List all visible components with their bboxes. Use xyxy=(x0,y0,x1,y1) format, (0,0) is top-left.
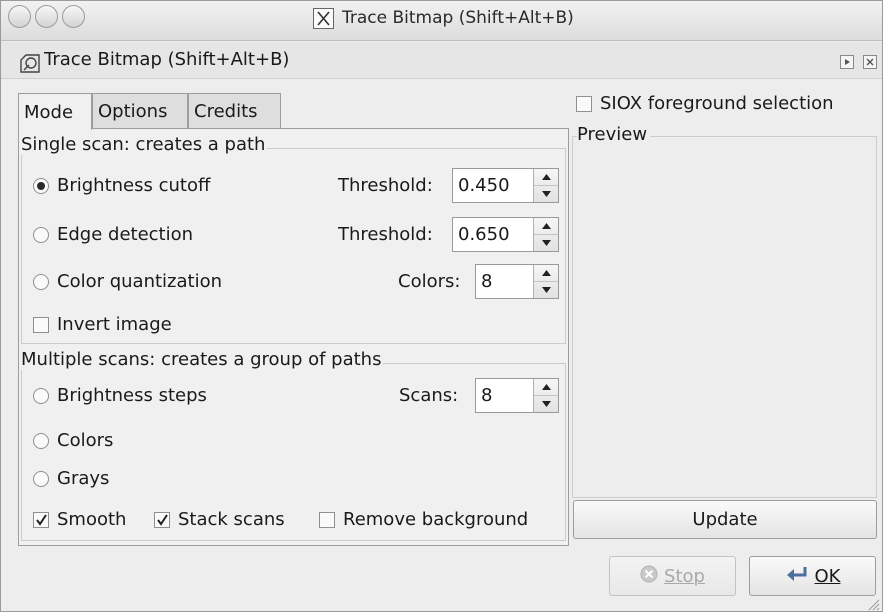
multiple-scans-label: Multiple scans: creates a group of paths xyxy=(19,349,384,370)
grays-radio[interactable] xyxy=(33,470,49,487)
preview-label: Preview xyxy=(577,124,651,145)
title-bar: Trace Bitmap (Shift+Alt+B) xyxy=(1,1,882,41)
siox-label: SIOX foreground selection xyxy=(600,93,834,114)
stop-icon xyxy=(640,565,658,588)
brightness-cutoff-radio[interactable] xyxy=(33,177,49,194)
brightness-threshold-spinner[interactable]: 0.450 xyxy=(452,168,559,203)
update-label: Update xyxy=(692,509,758,530)
edge-threshold-value[interactable]: 0.650 xyxy=(453,218,533,251)
remove-background-option[interactable]: Remove background xyxy=(319,509,528,530)
dock-header: Trace Bitmap (Shift+Alt+B) xyxy=(1,42,882,79)
spin-down-icon[interactable] xyxy=(534,396,558,412)
brightness-cutoff-label: Brightness cutoff xyxy=(57,175,211,196)
grays-label: Grays xyxy=(57,468,110,489)
smooth-label: Smooth xyxy=(57,509,127,530)
single-scan-label: Single scan: creates a path xyxy=(19,134,268,155)
mode-tab-panel: Single scan: creates a path Brightness c… xyxy=(18,128,569,546)
brightness-threshold-value[interactable]: 0.450 xyxy=(453,169,533,202)
scans-count-value[interactable]: 8 xyxy=(476,379,533,412)
color-quantization-label: Color quantization xyxy=(57,271,223,292)
brightness-steps-label: Brightness steps xyxy=(57,385,207,406)
smooth-checkbox[interactable] xyxy=(33,511,49,528)
stop-label: Stop xyxy=(664,565,705,587)
stack-scans-checkbox[interactable] xyxy=(154,511,170,528)
invert-image-checkbox[interactable] xyxy=(33,316,49,333)
grays-option[interactable]: Grays xyxy=(33,468,109,489)
update-button[interactable]: Update xyxy=(573,500,877,539)
colors-option[interactable]: Colors xyxy=(33,430,113,451)
tab-credits[interactable]: Credits xyxy=(188,93,281,129)
spin-up-icon[interactable] xyxy=(534,218,558,235)
edge-detection-radio[interactable] xyxy=(33,226,49,243)
scans-count-spinner[interactable]: 8 xyxy=(475,378,559,413)
window-title-area: Trace Bitmap (Shift+Alt+B) xyxy=(313,6,574,30)
stop-button[interactable]: Stop xyxy=(609,556,736,596)
stack-scans-option[interactable]: Stack scans xyxy=(154,509,285,530)
ok-button[interactable]: OK xyxy=(749,556,876,596)
dock-iconify-icon[interactable] xyxy=(840,55,854,69)
tab-options[interactable]: Options xyxy=(92,93,188,129)
tab-label: Credits xyxy=(194,101,258,122)
dock-close-icon[interactable] xyxy=(863,55,877,69)
window-title: Trace Bitmap (Shift+Alt+B) xyxy=(342,8,574,28)
spin-down-icon[interactable] xyxy=(534,235,558,251)
color-quantization-option[interactable]: Color quantization xyxy=(33,271,222,292)
stack-scans-label: Stack scans xyxy=(178,509,285,530)
color-quantization-radio[interactable] xyxy=(33,273,49,290)
colors-radio[interactable] xyxy=(33,432,49,449)
brightness-steps-option[interactable]: Brightness steps xyxy=(33,385,207,406)
close-window-button[interactable] xyxy=(8,5,31,28)
spin-up-icon[interactable] xyxy=(534,265,558,282)
edge-detection-label: Edge detection xyxy=(57,224,194,245)
colors-count-label: Colors: xyxy=(398,271,461,292)
edge-threshold-label: Threshold: xyxy=(338,224,433,245)
spin-down-icon[interactable] xyxy=(534,186,558,202)
brightness-steps-radio[interactable] xyxy=(33,387,49,404)
edge-detection-option[interactable]: Edge detection xyxy=(33,224,193,245)
ok-label: OK xyxy=(814,565,841,587)
tab-mode[interactable]: Mode xyxy=(18,93,92,130)
trace-bitmap-icon xyxy=(18,51,42,75)
spin-up-icon[interactable] xyxy=(534,169,558,186)
remove-background-label: Remove background xyxy=(343,509,529,530)
spinner-arrows xyxy=(533,218,558,251)
preview-area xyxy=(572,136,877,498)
ok-icon xyxy=(785,565,809,588)
x11-app-icon xyxy=(313,7,334,29)
scans-count-label: Scans: xyxy=(399,385,459,406)
siox-checkbox[interactable] xyxy=(576,95,592,112)
spin-down-icon[interactable] xyxy=(534,282,558,298)
spinner-arrows xyxy=(533,169,558,202)
trace-bitmap-window: Trace Bitmap (Shift+Alt+B) Trace Bitmap … xyxy=(0,0,883,612)
maximize-window-button[interactable] xyxy=(62,5,85,28)
colors-count-spinner[interactable]: 8 xyxy=(475,264,559,299)
invert-image-label: Invert image xyxy=(57,314,172,335)
brightness-cutoff-option[interactable]: Brightness cutoff xyxy=(33,175,210,196)
spin-up-icon[interactable] xyxy=(534,379,558,396)
dock-title: Trace Bitmap (Shift+Alt+B) xyxy=(44,49,290,70)
colors-label: Colors xyxy=(57,430,114,451)
minimize-window-button[interactable] xyxy=(35,5,58,28)
tab-label: Options xyxy=(98,101,168,122)
smooth-option[interactable]: Smooth xyxy=(33,509,126,530)
spinner-arrows xyxy=(533,265,558,298)
siox-option[interactable]: SIOX foreground selection xyxy=(576,93,834,114)
edge-threshold-spinner[interactable]: 0.650 xyxy=(452,217,559,252)
remove-background-checkbox[interactable] xyxy=(319,511,335,528)
colors-count-value[interactable]: 8 xyxy=(476,265,533,298)
invert-image-option[interactable]: Invert image xyxy=(33,314,172,335)
tab-label: Mode xyxy=(24,101,74,123)
brightness-threshold-label: Threshold: xyxy=(338,175,433,196)
spinner-arrows xyxy=(533,379,558,412)
resize-grip-icon[interactable] xyxy=(866,595,880,611)
